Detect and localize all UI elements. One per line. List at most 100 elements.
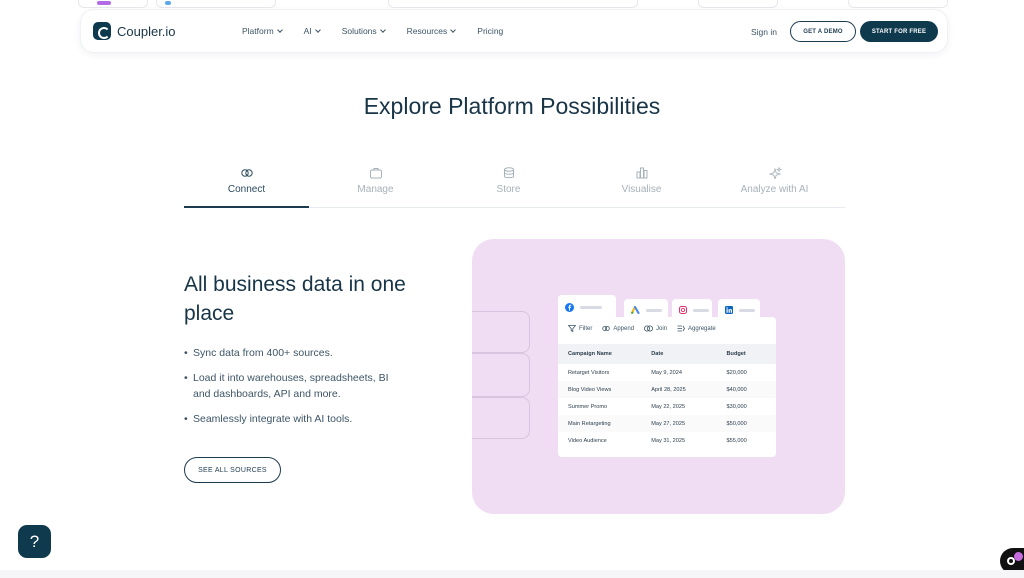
google-ads-icon [631,306,640,314]
nav-links: Platform AI Solutions Resources Pricing [242,26,525,36]
illustration-panel: Filter Append Join Aggregate Campaign Na… [472,239,845,514]
cell-date: May 22, 2025 [651,403,686,410]
feature-list: Sync data from 400+ sources. Load it int… [184,345,404,436]
join-icon [644,325,654,332]
instagram-icon [679,306,687,314]
see-all-sources-button[interactable]: SEE ALL SOURCES [184,457,281,483]
chevron-down-icon [450,26,457,33]
list-item: Load it into warehouses, spreadsheets, B… [184,370,404,402]
top-nav: Coupler.io Platform AI Solutions Resourc… [80,9,948,53]
tab-manage[interactable]: Manage [309,163,442,207]
nav-link-solutions[interactable]: Solutions [341,26,386,36]
tool-label: Aggregate [688,325,716,332]
sparkle-icon [768,167,782,179]
start-free-button[interactable]: START FOR FREE [860,21,938,42]
aggregate-tool: Aggregate [677,325,716,332]
column-header: Campaign Name [568,351,612,357]
list-item: Sync data from 400+ sources. [184,345,404,361]
notification-dot-icon [1014,552,1023,561]
cell-campaign: Video Audience [568,437,607,444]
section-title: All business data in one place [184,273,406,325]
filter-tool: Filter [568,325,592,332]
nav-link-pricing[interactable]: Pricing [477,26,503,36]
sign-in-link[interactable]: Sign in [751,27,777,37]
connector-line [472,353,530,397]
nav-link-resources[interactable]: Resources [406,26,457,36]
append-tool: Append [602,325,634,332]
strip-mark [165,1,171,5]
strip-card [698,0,778,8]
linkedin-icon [725,306,733,314]
nav-link-label: Pricing [477,26,504,36]
page-title: Explore Platform Possibilities [363,93,661,119]
briefcase-icon [369,168,382,179]
tab-connect[interactable]: Connect [184,163,309,208]
cell-date: May 31, 2025 [651,437,686,444]
link-icon [602,326,611,331]
table-row: Retarget Visitors May 9, 2024 $20,000 [558,364,776,381]
table-row: Blog Video Views April 28, 2025 $40,000 [558,381,776,398]
nav-link-label: AI [303,26,312,36]
cell-date: April 28, 2025 [651,386,686,393]
facebook-icon [565,302,574,312]
get-demo-button[interactable]: GET A DEMO [790,21,856,42]
nav-link-label: Platform [242,26,274,36]
placeholder-bar [580,305,602,309]
database-icon [503,167,514,179]
tool-label: Join [656,325,668,332]
tab-label: Store [496,184,521,195]
help-button[interactable]: ? [18,525,51,558]
tab-label: Visualise [621,184,662,195]
tab-visualise[interactable]: Visualise [575,163,708,207]
strip-card [156,0,276,8]
join-tool: Join [644,325,667,332]
cell-campaign: Main Retargeting [568,420,611,427]
campaign-table: Campaign Name Date Budget Retarget Visit… [558,344,776,449]
cell-budget: $30,000 [726,403,747,410]
cell-date: May 9, 2024 [651,369,682,376]
coupler-logo-icon [93,22,111,40]
tab-label: Connect [227,184,266,195]
nav-link-label: Solutions [341,26,377,36]
list-item: Seamlessly integrate with AI tools. [184,411,404,427]
cell-campaign: Summer Promo [568,403,608,410]
logo-text: Coupler.io [117,23,176,39]
cell-budget: $40,000 [726,386,747,393]
strip-card [388,0,638,8]
strip-mark [97,1,111,5]
tab-store[interactable]: Store [442,163,575,207]
cell-budget: $20,000 [726,369,747,376]
cell-budget: $50,000 [726,420,747,427]
cell-date: May 27, 2025 [651,420,686,427]
table-header: Campaign Name Date Budget [558,344,776,364]
table-toolbar: Filter Append Join Aggregate [568,325,716,332]
placeholder-bar [693,308,709,312]
tool-label: Filter [579,325,593,332]
strip-card [848,0,948,8]
nav-link-label: Resources [406,26,448,36]
placeholder-bar [739,308,755,312]
table-row: Main Retargeting May 27, 2025 $50,000 [558,415,776,432]
strip-card [78,0,148,8]
column-header: Date [651,351,664,357]
chevron-down-icon [314,26,321,33]
connector-line [472,311,530,353]
data-table-card: Filter Append Join Aggregate Campaign Na… [558,317,776,457]
feature-tabs: Connect Manage Store Visualise Analyze w… [184,163,845,208]
tab-label: Manage [357,184,394,195]
chevron-down-icon [379,26,386,33]
placeholder-bar [646,308,662,312]
cell-campaign: Retarget Visitors [568,369,610,376]
chevron-down-icon [276,26,283,33]
filter-icon [568,325,576,332]
nav-link-platform[interactable]: Platform [242,26,283,36]
bar-chart-icon [636,167,647,179]
logo[interactable]: Coupler.io [93,22,176,40]
column-header: Budget [726,351,746,357]
tool-label: Append [613,325,635,332]
tab-analyze-ai[interactable]: Analyze with AI [708,163,841,207]
nav-link-ai[interactable]: AI [303,26,321,36]
table-row: Video Audience May 31, 2025 $55,000 [558,432,776,449]
next-section-edge [0,570,1024,578]
table-row: Summer Promo May 22, 2025 $30,000 [558,398,776,415]
